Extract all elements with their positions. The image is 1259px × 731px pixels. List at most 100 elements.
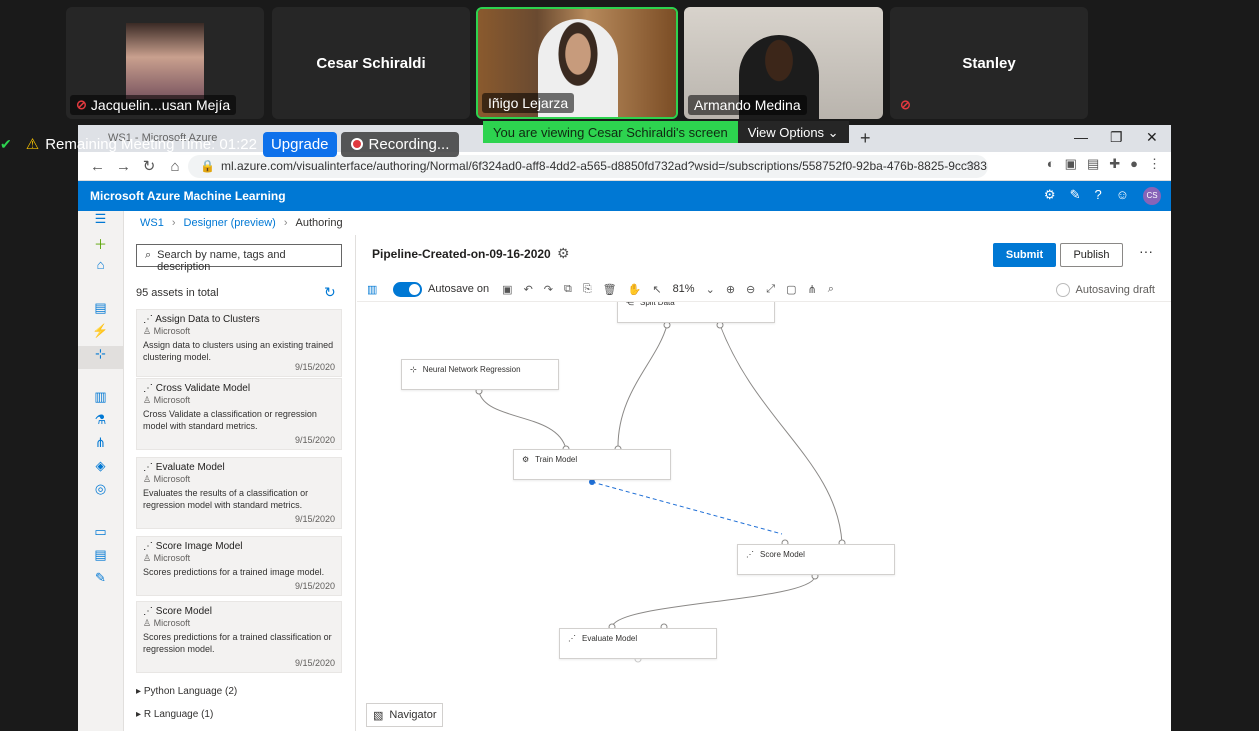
participant-tile-active-speaker[interactable]: Iñigo Lejarza <box>476 7 678 119</box>
asset-card[interactable]: ⋰ Evaluate Model ♙ Microsoft Evaluates t… <box>136 457 342 529</box>
settings-icon[interactable]: ⚙ <box>557 245 570 262</box>
asset-card[interactable]: ⋰ Assign Data to Clusters ♙ Microsoft As… <box>136 309 342 377</box>
puzzle-icon[interactable]: ✚ <box>1109 156 1120 172</box>
forward-icon[interactable]: → <box>116 158 131 175</box>
autosave-toggle[interactable] <box>393 281 422 297</box>
feedback-icon[interactable]: ✎ <box>1070 187 1081 205</box>
pipeline-canvas[interactable]: ⋲ Split Data ⊹ Neural Network Regression ⚙… <box>357 302 1171 731</box>
hamburger-icon[interactable]: ☰ <box>78 211 123 234</box>
warning-icon: ⚠ <box>25 136 40 153</box>
card-description: Assign data to clusters using an existin… <box>143 340 334 362</box>
participant-tile[interactable]: Cesar Schiraldi <box>272 7 470 119</box>
home-icon[interactable]: ⌂ <box>168 158 182 175</box>
zoom-in-icon[interactable]: ⊕ <box>726 283 735 296</box>
endpoints-icon[interactable]: ◎ <box>78 481 123 504</box>
maximize-icon[interactable]: ❐ <box>1110 129 1123 146</box>
paste-icon[interactable]: ⎘ <box>583 283 592 296</box>
star-icon[interactable]: ☆ <box>965 158 976 172</box>
auto-layout-icon[interactable]: ⋔ <box>807 283 816 296</box>
back-icon[interactable]: ← <box>90 158 105 175</box>
notebooks-icon[interactable]: ▤ <box>78 300 123 323</box>
edge-score-eval[interactable] <box>611 576 816 628</box>
view-options-button[interactable]: View Options ⌄ <box>737 121 849 143</box>
submit-button[interactable]: Submit <box>993 243 1056 267</box>
zoom-out-icon[interactable]: ⊖ <box>746 283 755 296</box>
category-r[interactable]: ▸ R Language (1) <box>136 709 213 720</box>
participant-tile[interactable]: ⊘ Jacquelin...usan Mejía <box>66 7 264 119</box>
library-icon[interactable]: ▥ <box>367 283 377 296</box>
asset-search-input[interactable]: ⌕ Search by name, tags and description <box>136 244 342 273</box>
pipeline-title[interactable]: Pipeline-Created-on-09-16-2020 <box>372 247 551 261</box>
recording-indicator[interactable]: Recording... <box>340 131 460 157</box>
extension-icon[interactable]: ▤ <box>1087 156 1099 172</box>
compute-icon[interactable]: ▭ <box>78 524 123 547</box>
url-field[interactable]: 🔒 ml.azure.com/visualinterface/authoring/… <box>188 155 988 178</box>
vendor-text: Microsoft <box>153 553 191 563</box>
pan-icon[interactable]: ✋ <box>628 283 642 296</box>
profile-avatar[interactable]: ● <box>1130 156 1138 172</box>
automl-icon[interactable]: ⚡ <box>78 323 123 346</box>
edge-split-train[interactable] <box>617 324 668 450</box>
chevron-down-icon[interactable]: ⌄ <box>706 283 715 296</box>
recording-text: Recording... <box>368 135 450 153</box>
search-icon: ⌕ <box>145 249 152 261</box>
pipelines-icon[interactable]: ⋔ <box>78 435 123 458</box>
edge-nnr-train[interactable] <box>478 391 567 450</box>
user-avatar[interactable]: CS <box>1143 187 1161 205</box>
zoom-level[interactable]: 81% <box>673 283 695 296</box>
breadcrumb-ws[interactable]: WS1 <box>140 217 164 229</box>
actual-size-icon[interactable]: ▢ <box>786 283 796 296</box>
asset-card[interactable]: ⋰ Score Image Model ♙ Microsoft Scores p… <box>136 536 342 596</box>
card-name: Evaluate Model <box>155 462 225 473</box>
upgrade-button[interactable]: Upgrade <box>262 131 337 157</box>
settings-icon[interactable]: ⚙ <box>1044 187 1056 205</box>
save-icon[interactable]: ▣ <box>502 283 512 296</box>
designer-icon[interactable]: ⊹ <box>78 346 123 369</box>
node-label: Neural Network Regression <box>422 365 521 374</box>
node-train-model[interactable]: ⚙ Train Model <box>513 449 671 480</box>
node-neural-network-regression[interactable]: ⊹ Neural Network Regression <box>401 359 559 390</box>
navigator-button[interactable]: ▧ Navigator <box>366 703 444 727</box>
asset-card[interactable]: ⋰ Cross Validate Model ♙ Microsoft Cross… <box>136 378 342 450</box>
select-icon[interactable]: ↖ <box>652 283 661 296</box>
node-evaluate-model[interactable]: ⋰ Evaluate Model <box>559 628 717 659</box>
edge-split-score[interactable] <box>719 324 843 544</box>
menu-kebab-icon[interactable]: ⋮ <box>1148 156 1161 172</box>
extension-icon[interactable]: ◐ <box>1047 156 1055 172</box>
reload-icon[interactable]: ↻ <box>142 157 156 175</box>
undo-icon[interactable]: ↶ <box>524 283 533 296</box>
breadcrumb-current: Authoring <box>295 216 343 229</box>
publish-button[interactable]: Publish <box>1060 243 1123 267</box>
participant-tile[interactable]: Stanley ⊘ <box>890 7 1088 119</box>
category-python[interactable]: ▸ Python Language (2) <box>136 686 237 697</box>
create-new-icon[interactable]: ＋ <box>78 234 123 257</box>
refresh-icon[interactable]: ↻ <box>324 284 336 301</box>
node-score-model[interactable]: ⋰ Score Model <box>737 544 895 575</box>
close-window-icon[interactable]: ✕ <box>1146 129 1158 146</box>
breadcrumb-designer[interactable]: Designer (preview) <box>184 217 276 229</box>
delete-icon[interactable]: 🗑 <box>603 283 617 296</box>
help-icon[interactable]: ? <box>1094 187 1101 205</box>
datastores-icon[interactable]: ▤ <box>78 547 123 570</box>
datasets-icon[interactable]: ▥ <box>78 389 123 412</box>
labeling-icon[interactable]: ✎ <box>78 570 123 593</box>
models-icon[interactable]: ◈ <box>78 458 123 481</box>
redo-icon[interactable]: ↷ <box>544 283 553 296</box>
minimize-icon[interactable]: — <box>1074 129 1088 145</box>
asset-card[interactable]: ⋰ Score Model ♙ Microsoft Scores predict… <box>136 601 342 673</box>
search-icon[interactable]: ⌕ <box>828 283 834 296</box>
new-tab-icon[interactable]: + <box>860 128 871 149</box>
lock-icon: 🔒 <box>200 159 215 173</box>
node-split-data[interactable]: ⋲ Split Data <box>617 302 775 323</box>
extension-icon[interactable]: ▣ <box>1065 156 1077 172</box>
participant-tile[interactable]: Armando Medina <box>684 7 883 119</box>
view-options-label: View Options <box>747 125 825 140</box>
smiley-icon[interactable]: ☺ <box>1116 187 1129 205</box>
home-icon[interactable]: ⌂ <box>78 257 123 280</box>
experiments-icon[interactable]: ⚗ <box>78 412 123 435</box>
fit-icon[interactable]: ⤢ <box>766 283 775 296</box>
more-icon[interactable]: ··· <box>1139 243 1153 259</box>
edge-dragging[interactable] <box>591 481 783 535</box>
map-icon: ▧ <box>373 710 384 722</box>
copy-icon[interactable]: ⧉ <box>564 283 572 296</box>
